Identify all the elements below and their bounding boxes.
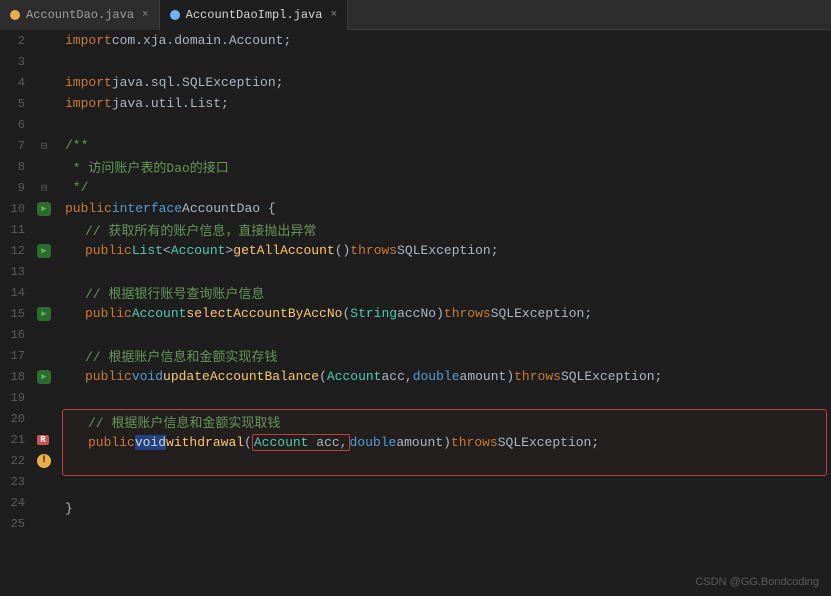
tab-dot-impl [170,10,180,20]
watermark: CSDN @GG.Bondcoding [695,576,819,588]
code-line-19 [60,387,831,408]
code-line-20: // 根据账户信息和金额实现取钱 [63,411,826,432]
code-line-4: import java.sql.SQLException; [60,72,831,93]
code-line-12: public List<Account> getAllAccount() thr… [60,240,831,261]
code-line-16 [60,324,831,345]
code-line-17: // 根据账户信息和金额实现存钱 [60,345,831,366]
code-line-6 [60,114,831,135]
tab-close-accountdao[interactable]: × [142,9,149,21]
code-line-15: public Account selectAccountByAccNo ( St… [60,303,831,324]
warning-icon: ! [37,454,51,468]
code-line-3 [60,51,831,72]
code-line-7: /** [60,135,831,156]
gutter: 2 3 4 5 6 7⊟ 8 9⊟ 10▶ 11 12▶ 13 14 15▶ 1… [0,30,60,596]
code-line-23 [60,477,831,498]
tab-label-accountdaoimpl: AccountDaoImpl.java [186,8,323,22]
code-line-14: // 根据银行账号查询账户信息 [60,282,831,303]
tab-bar: AccountDao.java × AccountDaoImpl.java × [0,0,831,30]
code-line-18: public void updateAccountBalance ( Accou… [60,366,831,387]
run-button-18[interactable]: ▶ [37,370,51,384]
code-line-22 [63,453,826,474]
r-badge: R [37,435,48,445]
run-button-15[interactable]: ▶ [37,307,51,321]
code-line-10: public interface AccountDao { [60,198,831,219]
error-block: // 根据账户信息和金额实现取钱 public void withdrawal … [62,409,827,476]
code-line-21: public void withdrawal ( Account acc, do… [63,432,826,453]
tab-close-accountdaoimpl[interactable]: × [330,9,337,21]
code-line-9: */ [60,177,831,198]
code-line-24: } [60,498,831,519]
run-button-10[interactable]: ▶ [37,202,51,216]
code-line-5: import java.util.List; [60,93,831,114]
code-line-8: * 访问账户表的Dao的接口 [60,156,831,177]
run-button-12[interactable]: ▶ [37,244,51,258]
tab-label-accountdao: AccountDao.java [26,8,134,22]
tab-dot-java [10,10,20,20]
code-line-11: // 获取所有的账户信息，直接抛出异常 [60,219,831,240]
tab-accountdao[interactable]: AccountDao.java × [0,0,160,30]
tab-accountdaoimpl[interactable]: AccountDaoImpl.java × [160,0,348,30]
editor: 2 3 4 5 6 7⊟ 8 9⊟ 10▶ 11 12▶ 13 14 15▶ 1… [0,30,831,596]
code-area[interactable]: import com.xja.domain.Account; import ja… [60,30,831,596]
code-line-13 [60,261,831,282]
code-line-2: import com.xja.domain.Account; [60,30,831,51]
